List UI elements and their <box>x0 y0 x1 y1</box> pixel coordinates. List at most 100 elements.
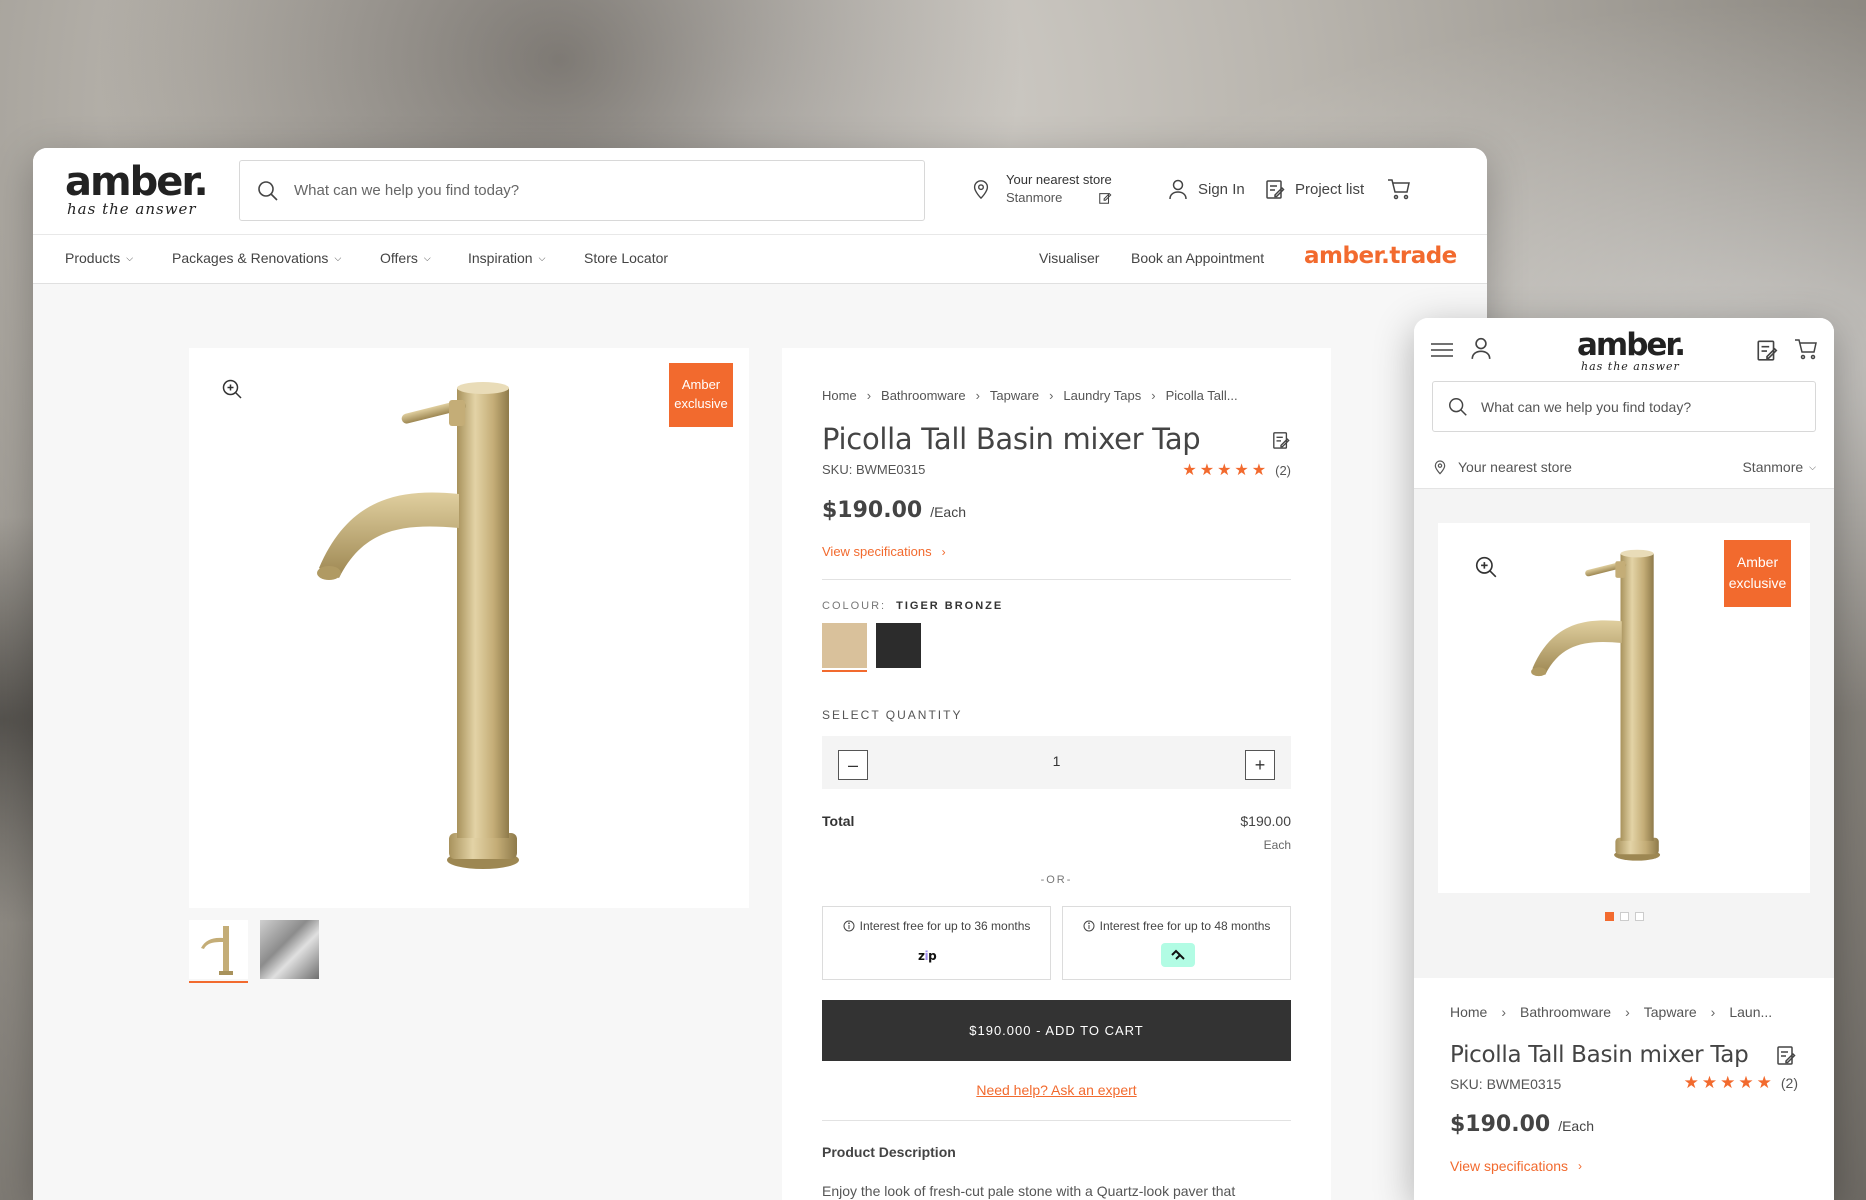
rating-count: (2) <box>1275 462 1291 478</box>
afterpay-logo <box>1161 943 1195 967</box>
thumbnail-2[interactable] <box>260 920 319 979</box>
search-input[interactable] <box>1481 398 1801 415</box>
nav-visualiser[interactable]: Visualiser <box>1039 250 1099 266</box>
product-image-main[interactable]: Amber exclusive <box>189 348 749 908</box>
colour-swatch-black[interactable] <box>876 623 921 668</box>
badge-line1: Amber <box>681 377 721 392</box>
nearest-store[interactable]: Your nearest store Stanmore <box>970 172 1112 205</box>
chevron-right-icon: › <box>1151 388 1156 403</box>
nearest-store[interactable]: Your nearest store Stanmore ⌵ <box>1432 458 1816 476</box>
logo-word: amber. <box>65 159 209 205</box>
quantity-stepper: – 1 + <box>822 736 1291 789</box>
add-to-project-icon[interactable] <box>1776 1044 1796 1066</box>
nav-packages-renovations[interactable]: Packages & Renovations ⌵ <box>172 250 341 266</box>
afterpay-loop-icon <box>1171 949 1185 960</box>
cart-icon[interactable] <box>1387 178 1411 200</box>
breadcrumb-laundry-taps[interactable]: Laundry Taps <box>1063 388 1141 403</box>
mobile-window: amber. has the answer Your nearest store… <box>1414 318 1834 1200</box>
chevron-right-icon: › <box>1501 1004 1507 1020</box>
nav-products[interactable]: Products ⌵ <box>65 250 133 266</box>
store-name: Stanmore <box>1742 459 1804 475</box>
colour-swatch-tiger-bronze[interactable] <box>822 623 867 672</box>
brand-logo[interactable]: amber. has the answer <box>65 159 209 217</box>
store-label: Your nearest store <box>1458 459 1572 475</box>
badge-line2: exclusive <box>674 396 728 411</box>
total-label: Total <box>822 813 855 829</box>
edit-icon[interactable] <box>1098 191 1112 205</box>
afterpay-payment-option[interactable]: Interest free for up to 48 months <box>1062 906 1291 980</box>
colour-label: COLOUR: TIGER BRONZE <box>822 600 1003 612</box>
increase-quantity-button[interactable]: + <box>1245 750 1275 780</box>
sign-in-link[interactable]: Sign In <box>1168 178 1245 200</box>
total-each: Each <box>1263 838 1291 852</box>
zoom-in-icon[interactable] <box>221 378 243 400</box>
divider <box>822 1120 1291 1121</box>
zip-payment-option[interactable]: Interest free for up to 36 months zip <box>822 906 1051 980</box>
product-title: Picolla Tall Basin mixer Tap <box>1450 1042 1749 1068</box>
project-list-link[interactable]: Project list <box>1265 178 1364 200</box>
breadcrumb-current: Picolla Tall... <box>1165 388 1238 403</box>
breadcrumb-home[interactable]: Home <box>1450 1004 1487 1020</box>
product-image-main[interactable]: Amber exclusive <box>1438 523 1810 893</box>
carousel-dot-3[interactable] <box>1634 912 1644 921</box>
breadcrumb-laundry-taps[interactable]: Laun... <box>1729 1004 1772 1020</box>
brand-logo[interactable]: amber. has the answer <box>1577 330 1686 373</box>
breadcrumb-home[interactable]: Home <box>822 388 857 403</box>
quantity-value[interactable]: 1 <box>822 753 1291 769</box>
zoom-in-icon[interactable] <box>1474 555 1498 579</box>
product-info-panel: Home › Bathroomware › Tapware › Laundry Tap… <box>782 348 1331 1200</box>
chevron-down-icon: ⌵ <box>538 252 546 263</box>
cart-icon[interactable] <box>1794 338 1818 360</box>
project-list-icon <box>1266 180 1285 199</box>
view-specifications-link[interactable]: View specifications › <box>1450 1158 1582 1174</box>
rating-stars[interactable]: ★★★★★ (2) <box>1684 1073 1798 1093</box>
tap-image <box>1531 549 1661 861</box>
ask-expert-link[interactable]: Need help? Ask an expert <box>782 1082 1331 1098</box>
breadcrumb-bathroomware[interactable]: Bathroomware <box>881 388 966 403</box>
nav-label: Visualiser <box>1039 250 1100 266</box>
nav-inspiration[interactable]: Inspiration ⌵ <box>468 250 545 266</box>
nav-label: Book an Appointment <box>1131 250 1265 266</box>
view-specs-label: View specifications <box>822 544 932 559</box>
desktop-header: amber. has the answer Your nearest store… <box>33 148 1487 234</box>
thumbnail-1[interactable] <box>189 920 248 983</box>
add-to-project-icon[interactable] <box>1272 430 1290 450</box>
nav-offers[interactable]: Offers ⌵ <box>380 250 431 266</box>
chevron-right-icon: › <box>941 544 946 559</box>
search-bar[interactable] <box>239 160 925 221</box>
view-specifications-link[interactable]: View specifications › <box>822 544 946 559</box>
breadcrumb: Home › Bathroomware › Tapware › Laun... <box>1450 1004 1772 1020</box>
user-icon <box>1169 179 1187 200</box>
divider <box>822 579 1291 580</box>
store-selector[interactable]: Stanmore ⌵ <box>1742 459 1816 475</box>
chevron-down-icon: ⌵ <box>423 252 431 263</box>
nav-book-appointment[interactable]: Book an Appointment <box>1131 250 1264 266</box>
user-icon[interactable] <box>1470 336 1492 360</box>
nav-store-locator[interactable]: Store Locator <box>584 250 668 266</box>
product-title: Picolla Tall Basin mixer Tap <box>822 422 1201 456</box>
total-value: $190.00 <box>1240 813 1291 829</box>
carousel-dot-1[interactable] <box>1604 912 1614 921</box>
carousel-dot-2[interactable] <box>1619 912 1629 921</box>
zip-terms: Interest free for up to 36 months <box>859 919 1031 933</box>
breadcrumb-bathroomware[interactable]: Bathroomware <box>1520 1004 1611 1020</box>
project-list-icon[interactable] <box>1756 338 1778 362</box>
chevron-down-icon: ⌵ <box>1809 461 1816 472</box>
breadcrumb-tapware[interactable]: Tapware <box>1644 1004 1697 1020</box>
product-description-text: Enjoy the look of fresh-cut pale stone w… <box>822 1183 1236 1199</box>
mobile-search-bar[interactable] <box>1432 381 1816 432</box>
amber-trade-link[interactable]: amber.trade <box>1304 243 1457 269</box>
search-input[interactable] <box>294 182 854 199</box>
chevron-down-icon: ⌵ <box>334 252 342 263</box>
menu-icon[interactable] <box>1430 342 1454 358</box>
carousel-dots <box>1414 912 1834 921</box>
amber-exclusive-badge: Amber exclusive <box>1724 540 1791 607</box>
colour-value: TIGER BRONZE <box>896 600 1004 612</box>
nav-label: Products <box>65 250 121 266</box>
info-icon <box>1083 920 1095 932</box>
rating-stars[interactable]: ★★★★★ (2) <box>1182 460 1291 480</box>
tap-image <box>317 382 519 869</box>
breadcrumb-tapware[interactable]: Tapware <box>990 388 1039 403</box>
chevron-right-icon: › <box>1578 1159 1583 1173</box>
add-to-cart-button[interactable]: $190.000 - ADD TO CART <box>822 1000 1291 1061</box>
